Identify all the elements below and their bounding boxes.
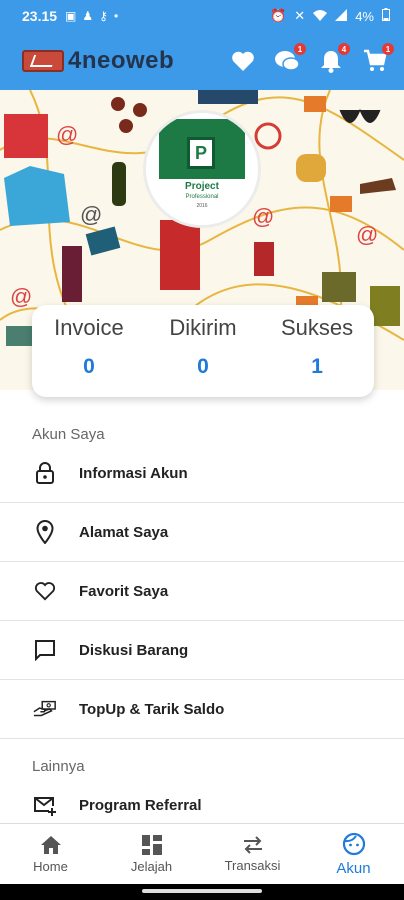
- nav-jelajah-label: Jelajah: [130, 858, 173, 874]
- person-icon: ♟: [82, 9, 94, 23]
- stat-invoice-value: 0: [83, 355, 95, 378]
- top-bar: 23.15 ▣ ♟ ⚷ • ⏰ ✕ 4% 4neoweb 1 4 1: [0, 0, 404, 90]
- nav-home[interactable]: Home: [0, 824, 101, 884]
- menu-item-favorit-saya[interactable]: Favorit Saya: [0, 562, 404, 621]
- avatar-product-title: Project: [185, 181, 219, 192]
- avatar-image: P Project Professional 2016: [159, 119, 245, 219]
- menu-label-alamat-saya: Alamat Saya: [79, 523, 169, 541]
- home-gesture-handle[interactable]: [142, 889, 262, 893]
- face-icon: [342, 832, 365, 855]
- menu-item-alamat-saya[interactable]: Alamat Saya: [0, 503, 404, 562]
- heart-icon: [232, 51, 254, 71]
- chat-button[interactable]: 1: [274, 43, 306, 74]
- menu-item-diskusi-barang[interactable]: Diskusi Barang: [0, 621, 404, 680]
- nav-jelajah[interactable]: Jelajah: [101, 824, 202, 884]
- section-title-akun-saya: Akun Saya: [32, 426, 105, 443]
- status-system-icons: ⏰ ✕ 4%: [270, 8, 390, 24]
- signal-icon: [335, 8, 348, 24]
- nav-akun-label: Akun: [336, 859, 371, 877]
- stat-sukses[interactable]: Sukses 1: [260, 315, 374, 397]
- avatar-product-subtitle: Professional: [185, 194, 219, 200]
- status-bar: 23.15 ▣ ♟ ⚷ • ⏰ ✕ 4%: [0, 0, 404, 32]
- stat-sukses-value: 1: [311, 355, 323, 378]
- alarm-icon: ⏰: [270, 8, 287, 23]
- stat-sukses-label: Sukses: [280, 315, 354, 340]
- system-gesture-bar: [0, 884, 404, 900]
- project-logo-icon: P: [187, 137, 215, 169]
- section-title-lainnya: Lainnya: [32, 758, 85, 775]
- chat-badge: 1: [294, 43, 306, 55]
- menu-item-informasi-akun[interactable]: Informasi Akun: [0, 444, 404, 503]
- grid-icon: [141, 834, 162, 855]
- svg-text:@: @: [10, 284, 32, 309]
- menu-label-diskusi-barang: Diskusi Barang: [79, 641, 189, 659]
- logo-icon: [22, 50, 64, 72]
- bottom-navigation: Home Jelajah Transaksi Akun: [0, 823, 404, 884]
- nav-transaksi-label: Transaksi: [224, 857, 281, 873]
- status-time: 23.15: [22, 8, 58, 24]
- menu-label-topup-tarik-saldo: TopUp & Tarik Saldo: [79, 700, 225, 718]
- app-name: 4neoweb: [68, 47, 175, 74]
- cart-badge: 1: [382, 43, 394, 55]
- menu-label-favorit-saya: Favorit Saya: [79, 582, 169, 600]
- nav-transaksi[interactable]: Transaksi: [202, 824, 303, 884]
- hand-money-icon: [33, 697, 57, 721]
- mail-add-icon: [33, 794, 57, 818]
- status-notification-icons: ▣ ♟ ⚷ •: [65, 9, 118, 23]
- wishlist-button[interactable]: [230, 48, 256, 74]
- location-pin-icon: [33, 520, 57, 544]
- order-stats-card: Invoice 0 Dikirim 0 Sukses 1: [32, 305, 374, 397]
- notification-button[interactable]: 4: [318, 43, 350, 74]
- cart-button[interactable]: 1: [362, 43, 394, 74]
- nav-akun[interactable]: Akun: [303, 824, 404, 884]
- app-logo[interactable]: 4neoweb: [22, 47, 174, 75]
- notification-badge: 4: [338, 43, 350, 55]
- menu-label-informasi-akun: Informasi Akun: [79, 464, 188, 482]
- home-icon: [40, 835, 61, 854]
- stat-dikirim-label: Dikirim: [169, 315, 237, 340]
- stat-dikirim[interactable]: Dikirim 0: [146, 315, 260, 397]
- menu-item-topup-tarik-saldo[interactable]: TopUp & Tarik Saldo: [0, 680, 404, 739]
- svg-text:@: @: [356, 222, 378, 247]
- stat-invoice[interactable]: Invoice 0: [32, 315, 146, 397]
- image-icon: ▣: [65, 9, 77, 23]
- nav-home-label: Home: [33, 858, 68, 874]
- svg-text:@: @: [80, 202, 102, 227]
- heart-outline-icon: [33, 579, 57, 603]
- avatar-product-year: 2016: [196, 203, 208, 209]
- stat-invoice-label: Invoice: [54, 315, 124, 340]
- app-header: 4neoweb 1 4 1: [0, 32, 404, 90]
- svg-text:@: @: [252, 204, 274, 229]
- key-icon: ⚷: [99, 9, 108, 23]
- chat-bubble-icon: [33, 638, 57, 662]
- svg-text:@: @: [56, 122, 78, 147]
- wifi-icon: [313, 9, 328, 24]
- battery-text: 4%: [355, 8, 374, 24]
- stat-dikirim-value: 0: [197, 355, 209, 378]
- profile-avatar[interactable]: P Project Professional 2016: [143, 110, 261, 228]
- menu-label-program-referral: Program Referral: [79, 797, 202, 814]
- header-actions: 1 4 1: [230, 43, 394, 74]
- swap-icon: [243, 835, 262, 854]
- mute-icon: ✕: [294, 8, 306, 23]
- battery-icon: [382, 8, 390, 24]
- lock-icon: [33, 461, 57, 485]
- dot-icon: •: [113, 9, 119, 23]
